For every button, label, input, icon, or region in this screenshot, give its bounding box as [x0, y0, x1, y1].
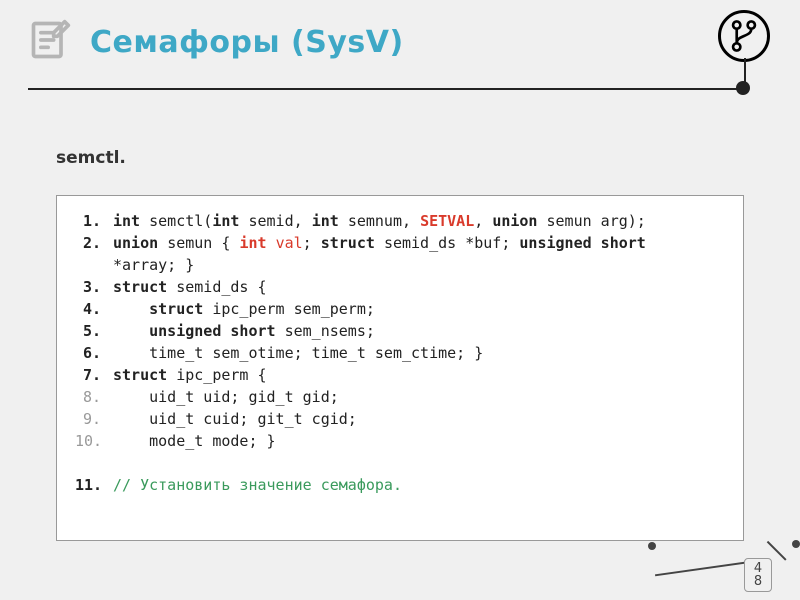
code-text: // Установить значение семафора.: [113, 474, 725, 496]
line-number: 10.: [75, 430, 113, 452]
code-line: 8. uid_t uid; gid_t gid;: [75, 386, 725, 408]
code-text: *array; }: [113, 254, 725, 276]
line-number: 3.: [75, 276, 113, 298]
line-number: 7.: [75, 364, 113, 386]
page-number: 4 8: [744, 558, 772, 592]
edit-icon: [28, 18, 72, 66]
code-text: struct ipc_perm sem_perm;: [113, 298, 725, 320]
code-line: 5. unsigned short sem_nsems;: [75, 320, 725, 342]
header-rule-dot: [736, 81, 750, 95]
code-line: 6. time_t sem_otime; time_t sem_ctime; }: [75, 342, 725, 364]
code-line: 11.// Установить значение семафора.: [75, 474, 725, 496]
line-number: 9.: [75, 408, 113, 430]
code-text: struct semid_ds {: [113, 276, 725, 298]
slide: Семафоры (SysV) semctl. 1.int semctl(int…: [0, 0, 800, 600]
code-text: union semun { int val; struct semid_ds *…: [113, 232, 725, 254]
line-number: 11.: [75, 474, 113, 496]
code-line: 4. struct ipc_perm sem_perm;: [75, 298, 725, 320]
footer-dot: [648, 542, 656, 550]
code-line: 1.int semctl(int semid, int semnum, SETV…: [75, 210, 725, 232]
branch-icon: [718, 10, 770, 62]
code-text: uid_t uid; gid_t gid;: [113, 386, 725, 408]
code-line: *array; }: [75, 254, 725, 276]
line-number: 5.: [75, 320, 113, 342]
slide-subtitle: semctl.: [56, 148, 126, 168]
line-number: 1.: [75, 210, 113, 232]
code-line: 10. mode_t mode; }: [75, 430, 725, 452]
code-text: unsigned short sem_nsems;: [113, 320, 725, 342]
code-line: 7.struct ipc_perm {: [75, 364, 725, 386]
slide-title: Семафоры (SysV): [90, 25, 404, 60]
slide-header: Семафоры (SysV): [0, 0, 800, 80]
code-line: 3.struct semid_ds {: [75, 276, 725, 298]
code-text: time_t sem_otime; time_t sem_ctime; }: [113, 342, 725, 364]
code-text: mode_t mode; }: [113, 430, 725, 452]
line-number: [75, 254, 113, 276]
line-number: 6.: [75, 342, 113, 364]
code-text: int semctl(int semid, int semnum, SETVAL…: [113, 210, 725, 232]
line-number: 2.: [75, 232, 113, 254]
footer-dot-2: [792, 540, 800, 548]
code-line: 9. uid_t cuid; git_t cgid;: [75, 408, 725, 430]
footer-connector-2: [767, 540, 786, 559]
code-text: uid_t cuid; git_t cgid;: [113, 408, 725, 430]
page-number-b: 8: [754, 575, 762, 588]
code-line: 2.union semun { int val; struct semid_ds…: [75, 232, 725, 254]
header-rule: [28, 88, 742, 90]
line-number: 4.: [75, 298, 113, 320]
line-number: 8.: [75, 386, 113, 408]
code-block: 1.int semctl(int semid, int semnum, SETV…: [56, 195, 744, 541]
code-text: struct ipc_perm {: [113, 364, 725, 386]
